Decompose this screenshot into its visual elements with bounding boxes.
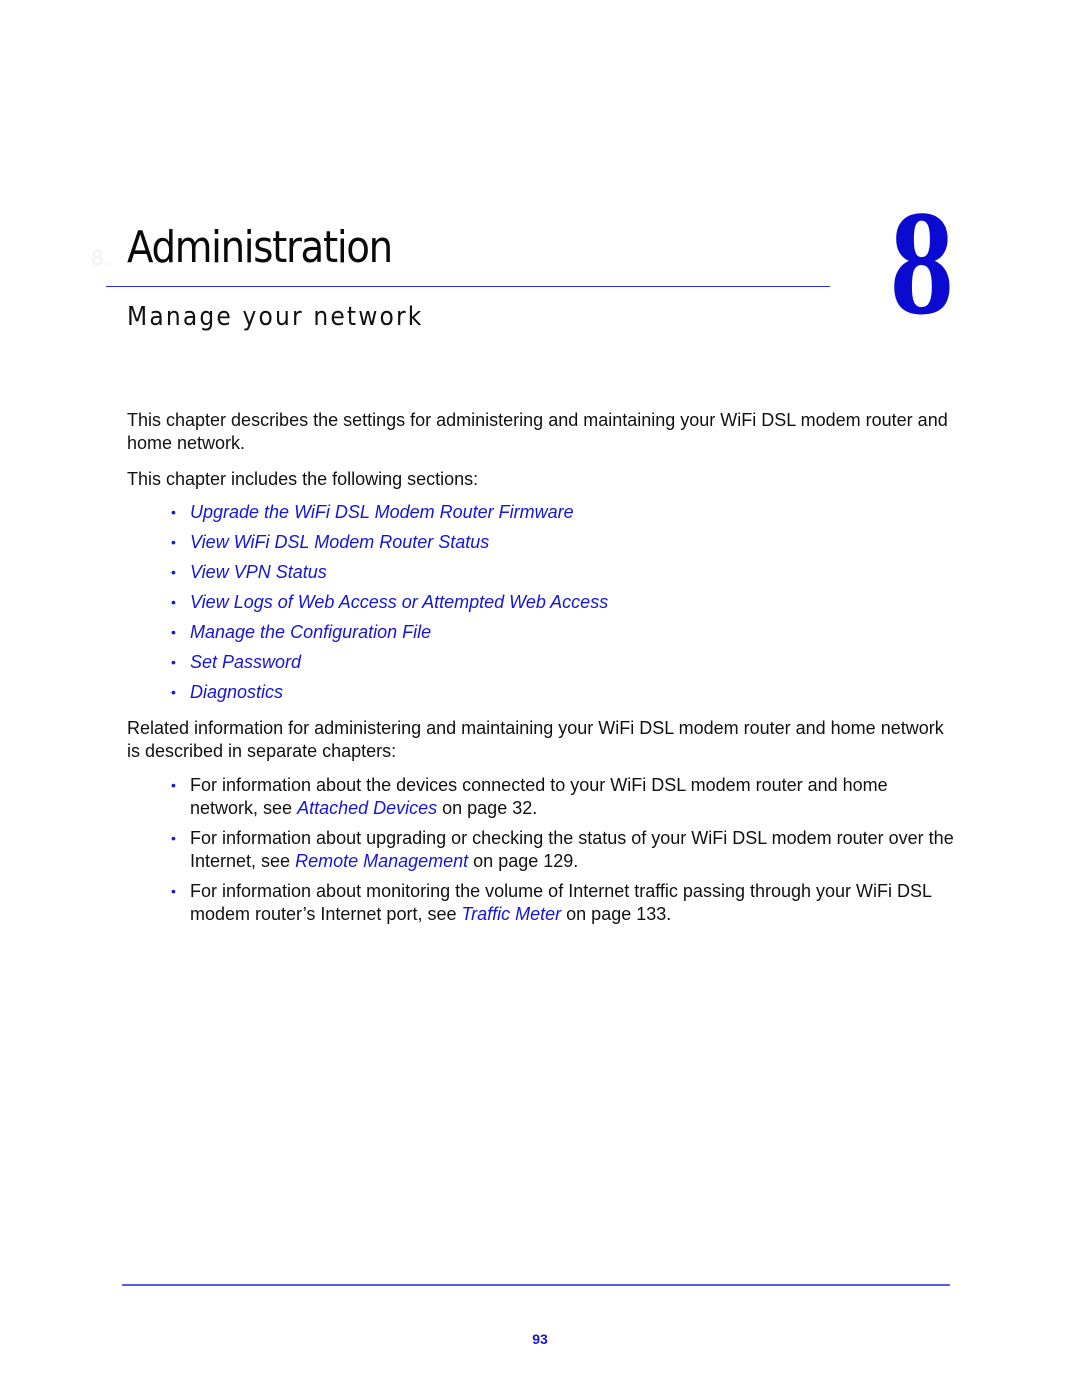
- bullet-icon: •: [171, 624, 176, 640]
- section-link-config-file[interactable]: Manage the Configuration File: [190, 622, 431, 642]
- bullet-icon: •: [171, 534, 176, 550]
- chapter-number: 8: [890, 180, 954, 346]
- page-number: 93: [532, 1331, 548, 1347]
- list-item: • For information about the devices conne…: [127, 774, 957, 820]
- chapter-title: Administration: [127, 222, 393, 273]
- related-intro: Related information for administering an…: [127, 718, 944, 761]
- bullet-icon: •: [171, 504, 176, 520]
- section-link-set-password[interactable]: Set Password: [190, 652, 301, 672]
- link-traffic-meter[interactable]: Traffic Meter: [461, 904, 561, 924]
- bullet-icon: •: [171, 883, 176, 899]
- bullet-icon: •: [171, 684, 176, 700]
- link-remote-management[interactable]: Remote Management: [295, 851, 468, 871]
- list-item: • View WiFi DSL Modem Router Status: [127, 531, 608, 561]
- list-item: • Upgrade the WiFi DSL Modem Router Firmw…: [127, 501, 608, 531]
- list-item: • Set Password: [127, 651, 608, 681]
- section-link-diagnostics[interactable]: Diagnostics: [190, 682, 283, 702]
- bullet-icon: •: [171, 594, 176, 610]
- related-text: For information about the devices connec…: [190, 775, 888, 818]
- related-text: on page 133.: [561, 904, 672, 924]
- section-link-vpn-status[interactable]: View VPN Status: [190, 562, 327, 582]
- section-link-upgrade-firmware[interactable]: Upgrade the WiFi DSL Modem Router Firmwa…: [190, 502, 574, 522]
- list-item: • View Logs of Web Access or Attempted We…: [127, 591, 608, 621]
- list-item: • For information about monitoring the vo…: [127, 880, 957, 926]
- related-text: on page 129.: [468, 851, 579, 871]
- list-item: • View VPN Status: [127, 561, 608, 591]
- section-link-view-logs[interactable]: View Logs of Web Access or Attempted Web…: [190, 592, 608, 612]
- bullet-icon: •: [171, 777, 176, 793]
- footer-divider: [122, 1284, 950, 1286]
- section-link-router-status[interactable]: View WiFi DSL Modem Router Status: [190, 532, 489, 552]
- bullet-icon: •: [171, 564, 176, 580]
- intro-paragraph: This chapter describes the settings for …: [127, 410, 948, 453]
- related-text: on page 32.: [437, 798, 538, 818]
- bullet-icon: •: [171, 654, 176, 670]
- bullet-icon: •: [171, 830, 176, 846]
- list-item: • For information about upgrading or chec…: [127, 827, 957, 873]
- list-item: • Diagnostics: [127, 681, 608, 711]
- sections-intro: This chapter includes the following sect…: [127, 469, 479, 489]
- link-attached-devices[interactable]: Attached Devices: [297, 798, 437, 818]
- chapter-subtitle: Manage your network: [127, 302, 424, 332]
- title-divider: [106, 286, 830, 287]
- related-list: • For information about the devices conne…: [127, 774, 957, 933]
- list-item: • Manage the Configuration File: [127, 621, 608, 651]
- section-list: • Upgrade the WiFi DSL Modem Router Firmw…: [127, 501, 608, 711]
- chapter-ghost-label: 8.: [91, 246, 111, 270]
